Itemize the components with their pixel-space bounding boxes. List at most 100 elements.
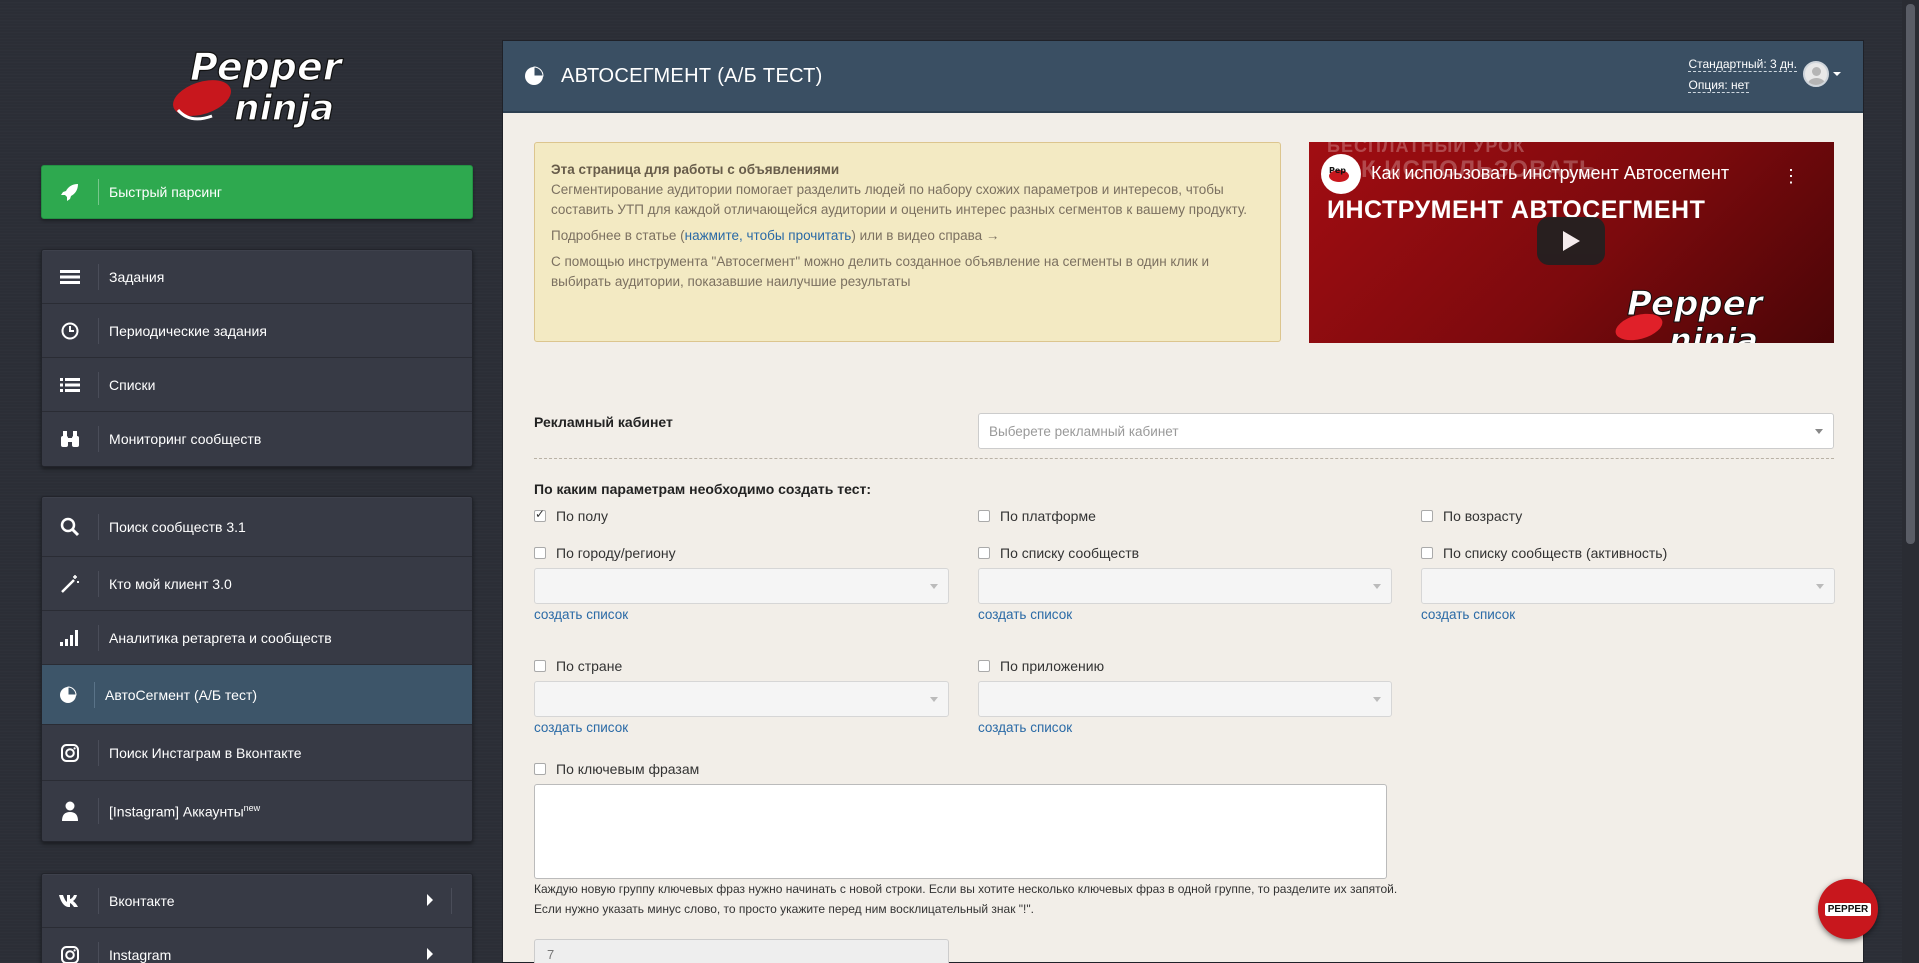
chevron-down-icon bbox=[1373, 697, 1381, 702]
scrollbar[interactable] bbox=[1902, 0, 1919, 963]
divider bbox=[534, 458, 1834, 459]
create-list-link[interactable]: создать список bbox=[1421, 607, 1515, 622]
keywords-help-1: Каждую новую группу ключевых фраз нужно … bbox=[534, 882, 1398, 896]
video-overlay-big: ИНСТРУМЕНТ АВТОСЕГМЕНТ bbox=[1327, 196, 1706, 224]
sidebar-item-lists[interactable]: Списки bbox=[42, 358, 472, 412]
checkbox-groups-active[interactable]: По списку сообществ (активность) bbox=[1421, 545, 1667, 561]
chevron-down-icon bbox=[1815, 429, 1823, 434]
number-input[interactable]: 7 bbox=[534, 939, 949, 963]
keywords-help-2: Если нужно указать минус слово, то прост… bbox=[534, 902, 1034, 916]
create-list-link[interactable]: создать список bbox=[978, 720, 1072, 735]
country-list-select[interactable] bbox=[534, 681, 949, 717]
pie-chart-icon bbox=[523, 65, 545, 87]
scrollbar-thumb[interactable] bbox=[1906, 4, 1915, 544]
cabinet-label: Рекламный кабинет bbox=[534, 414, 673, 430]
svg-text:Pepper: Pepper bbox=[1627, 284, 1765, 324]
caret-right-icon bbox=[426, 947, 434, 963]
create-list-link[interactable]: создать список bbox=[978, 607, 1072, 622]
chevron-down-icon bbox=[1373, 584, 1381, 589]
checkbox-city[interactable]: По городу/региону bbox=[534, 545, 676, 561]
info-autosegment: С помощью инструмента "Автосегмент" можн… bbox=[551, 254, 1210, 289]
checkbox-platform[interactable]: По платформе bbox=[978, 508, 1096, 524]
info-heading: Эта страница для работы с объявлениями bbox=[551, 162, 840, 177]
sidebar-item-who-is-my-client[interactable]: Кто мой клиент 3.0 bbox=[42, 557, 472, 611]
chevron-down-icon bbox=[1816, 584, 1824, 589]
list-icon bbox=[42, 377, 98, 393]
app-list-select[interactable] bbox=[978, 681, 1392, 717]
checkbox-age[interactable]: По возрасту bbox=[1421, 508, 1522, 524]
instagram-icon bbox=[42, 743, 98, 762]
pepper-ninja-watermark: Pepper ninja bbox=[1609, 277, 1809, 343]
info-more: Подробнее в статье (нажмите, чтобы прочи… bbox=[551, 228, 1000, 243]
menu-group-tasks: Задания Периодические задания Списки Мон… bbox=[41, 249, 473, 467]
option-link[interactable]: Опция: нет bbox=[1688, 78, 1750, 93]
user-icon bbox=[42, 801, 98, 821]
sidebar: Pepper ninja Быстрый парсинг Задания Пер… bbox=[0, 0, 500, 963]
plan-info: Стандартный: 3 дн. Опция: нет bbox=[1688, 54, 1797, 96]
sidebar-item-autosegment[interactable]: АвтоСегмент (А/Б тест) bbox=[42, 665, 472, 725]
instagram-icon bbox=[42, 946, 98, 963]
chevron-down-icon bbox=[1833, 72, 1841, 76]
keywords-textarea[interactable] bbox=[534, 784, 1387, 879]
chevron-down-icon bbox=[930, 697, 938, 702]
groups-list-select[interactable] bbox=[978, 568, 1392, 604]
caret-right-icon bbox=[426, 893, 434, 909]
create-list-link[interactable]: создать список bbox=[534, 607, 628, 622]
pepper-chat-button[interactable]: PEPPER bbox=[1818, 879, 1878, 939]
create-list-link[interactable]: создать список bbox=[534, 720, 628, 735]
checkbox-country[interactable]: По стране bbox=[534, 658, 622, 674]
clock-icon bbox=[42, 322, 98, 340]
menu-group-tools: Поиск сообществ 3.1 Кто мой клиент 3.0 А… bbox=[41, 496, 473, 842]
chevron-down-icon bbox=[930, 584, 938, 589]
quick-parse-button[interactable]: Быстрый парсинг bbox=[41, 165, 473, 219]
groups-active-list-select[interactable] bbox=[1421, 568, 1835, 604]
video-title[interactable]: Как использовать инструмент Автосегмент bbox=[1371, 163, 1729, 184]
checkbox-gender[interactable]: По полу bbox=[534, 507, 608, 524]
menu-group-networks: Вконтакте Instagram bbox=[41, 873, 473, 963]
tasks-icon bbox=[42, 269, 98, 285]
quick-parse-label: Быстрый парсинг bbox=[109, 184, 223, 200]
sidebar-item-retarget-analytics[interactable]: Аналитика ретаргета и сообществ bbox=[42, 611, 472, 665]
pie-chart-icon bbox=[42, 685, 94, 705]
more-options-icon[interactable]: ⋮ bbox=[1782, 166, 1800, 187]
sidebar-item-community-monitoring[interactable]: Мониторинг сообществ bbox=[42, 412, 472, 466]
checkbox-keywords[interactable]: По ключевым фразам bbox=[534, 761, 699, 777]
sidebar-item-tasks[interactable]: Задания bbox=[42, 250, 472, 304]
play-icon bbox=[1563, 231, 1580, 251]
city-list-select[interactable] bbox=[534, 568, 949, 604]
vk-icon bbox=[42, 894, 98, 908]
svg-text:Pep: Pep bbox=[1329, 166, 1346, 175]
sidebar-item-instagram-accounts[interactable]: [Instagram] Аккаунтыnew bbox=[42, 781, 472, 841]
binoculars-icon bbox=[42, 430, 98, 448]
sidebar-item-vkontakte[interactable]: Вконтакте bbox=[42, 874, 472, 928]
sidebar-item-periodic-tasks[interactable]: Периодические задания bbox=[42, 304, 472, 358]
pepper-ninja-logo[interactable]: Pepper ninja bbox=[160, 36, 360, 132]
play-button[interactable] bbox=[1537, 217, 1605, 265]
avatar bbox=[1803, 61, 1829, 87]
svg-text:ninja: ninja bbox=[234, 88, 334, 129]
video-embed[interactable]: БЕСПЛАТНЫЙ УРОК КАК ИСПОЛЬЗОВАТЬ Pep Как… bbox=[1309, 142, 1834, 343]
plan-link[interactable]: Стандартный: 3 дн. bbox=[1688, 57, 1797, 72]
sidebar-item-instagram-in-vk[interactable]: Поиск Инстаграм в Вконтакте bbox=[42, 725, 472, 781]
signal-bars-icon bbox=[42, 629, 98, 646]
search-icon bbox=[42, 517, 98, 537]
params-label: По каким параметрам необходимо создать т… bbox=[534, 481, 872, 497]
cabinet-select[interactable]: Выберете рекламный кабинет bbox=[978, 413, 1834, 449]
page-title: АВТОСЕГМЕНТ (А/Б ТЕСТ) bbox=[561, 64, 823, 87]
svg-text:Pepper: Pepper bbox=[190, 45, 344, 89]
channel-avatar[interactable]: Pep bbox=[1321, 154, 1361, 194]
article-link[interactable]: нажмите, чтобы прочитать bbox=[685, 228, 852, 243]
sidebar-item-community-search[interactable]: Поиск сообществ 3.1 bbox=[42, 497, 472, 557]
magic-wand-icon bbox=[42, 574, 98, 594]
page-header: АВТОСЕГМЕНТ (А/Б ТЕСТ) Стандартный: 3 дн… bbox=[503, 41, 1863, 113]
checkbox-app[interactable]: По приложению bbox=[978, 658, 1104, 674]
user-menu[interactable] bbox=[1803, 61, 1841, 87]
rocket-icon bbox=[42, 182, 98, 202]
svg-text:ninja: ninja bbox=[1669, 321, 1758, 343]
main-panel: АВТОСЕГМЕНТ (А/Б ТЕСТ) Стандартный: 3 дн… bbox=[502, 40, 1864, 963]
info-text: Сегментирование аудитории помогает разде… bbox=[551, 182, 1248, 217]
video-overlay-top: БЕСПЛАТНЫЙ УРОК bbox=[1327, 142, 1526, 156]
sidebar-item-instagram[interactable]: Instagram bbox=[42, 928, 472, 963]
checkbox-groups[interactable]: По списку сообществ bbox=[978, 545, 1139, 561]
info-box: Эта страница для работы с объявлениями С… bbox=[534, 142, 1281, 342]
